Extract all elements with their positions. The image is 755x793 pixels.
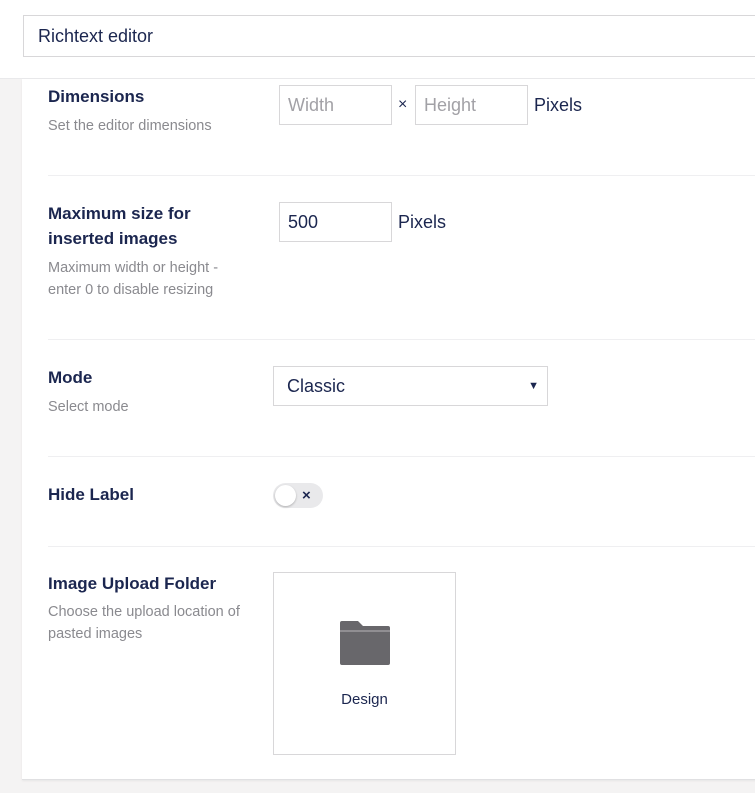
mode-label: Mode — [48, 368, 93, 387]
dimensions-label: Dimensions — [48, 87, 145, 106]
hide-label-row: Hide Label × — [48, 457, 755, 547]
mode-selected-value: Classic — [287, 375, 346, 396]
datatype-name-input[interactable]: Richtext editor — [23, 15, 755, 57]
image-upload-folder-label: Image Upload Folder — [48, 574, 217, 593]
toggle-knob — [275, 485, 296, 506]
dimensions-row: Dimensions Set the editor dimensions Wid… — [48, 79, 755, 176]
header-bar: Richtext editor — [0, 0, 755, 79]
chevron-down-icon: ▼ — [528, 380, 539, 392]
mode-row: Mode Select mode Classic ▼ — [48, 340, 755, 457]
dimension-separator: × — [398, 96, 408, 113]
hide-label-label: Hide Label — [48, 485, 134, 504]
max-image-size-row: Maximum size for inserted images Maximum… — [48, 176, 755, 340]
dimensions-unit: Pixels — [534, 95, 583, 115]
folder-name: Design — [341, 691, 388, 708]
mode-description: Select mode — [48, 399, 129, 415]
height-input[interactable]: Height — [415, 85, 528, 125]
folder-picker-tile[interactable]: Design — [273, 572, 456, 755]
mode-select[interactable]: Classic ▼ — [273, 366, 548, 406]
settings-card: Dimensions Set the editor dimensions Wid… — [22, 79, 755, 780]
dimensions-description: Set the editor dimensions — [48, 118, 212, 134]
folder-icon — [340, 621, 390, 665]
width-input[interactable]: Width — [279, 85, 392, 125]
max-image-size-input[interactable]: 500 — [279, 202, 392, 242]
close-icon: × — [302, 487, 311, 504]
image-upload-folder-row: Image Upload Folder Choose the upload lo… — [48, 547, 755, 780]
image-upload-folder-description: Choose the upload location of pasted ima… — [48, 604, 240, 642]
page: Richtext editor Dimensions Set the edito… — [0, 0, 755, 793]
max-image-size-label: Maximum size for inserted images — [48, 204, 191, 248]
max-image-size-description: Maximum width or height - enter 0 to dis… — [48, 260, 219, 298]
max-image-size-unit: Pixels — [398, 212, 447, 232]
hide-label-toggle[interactable]: × — [273, 483, 323, 508]
